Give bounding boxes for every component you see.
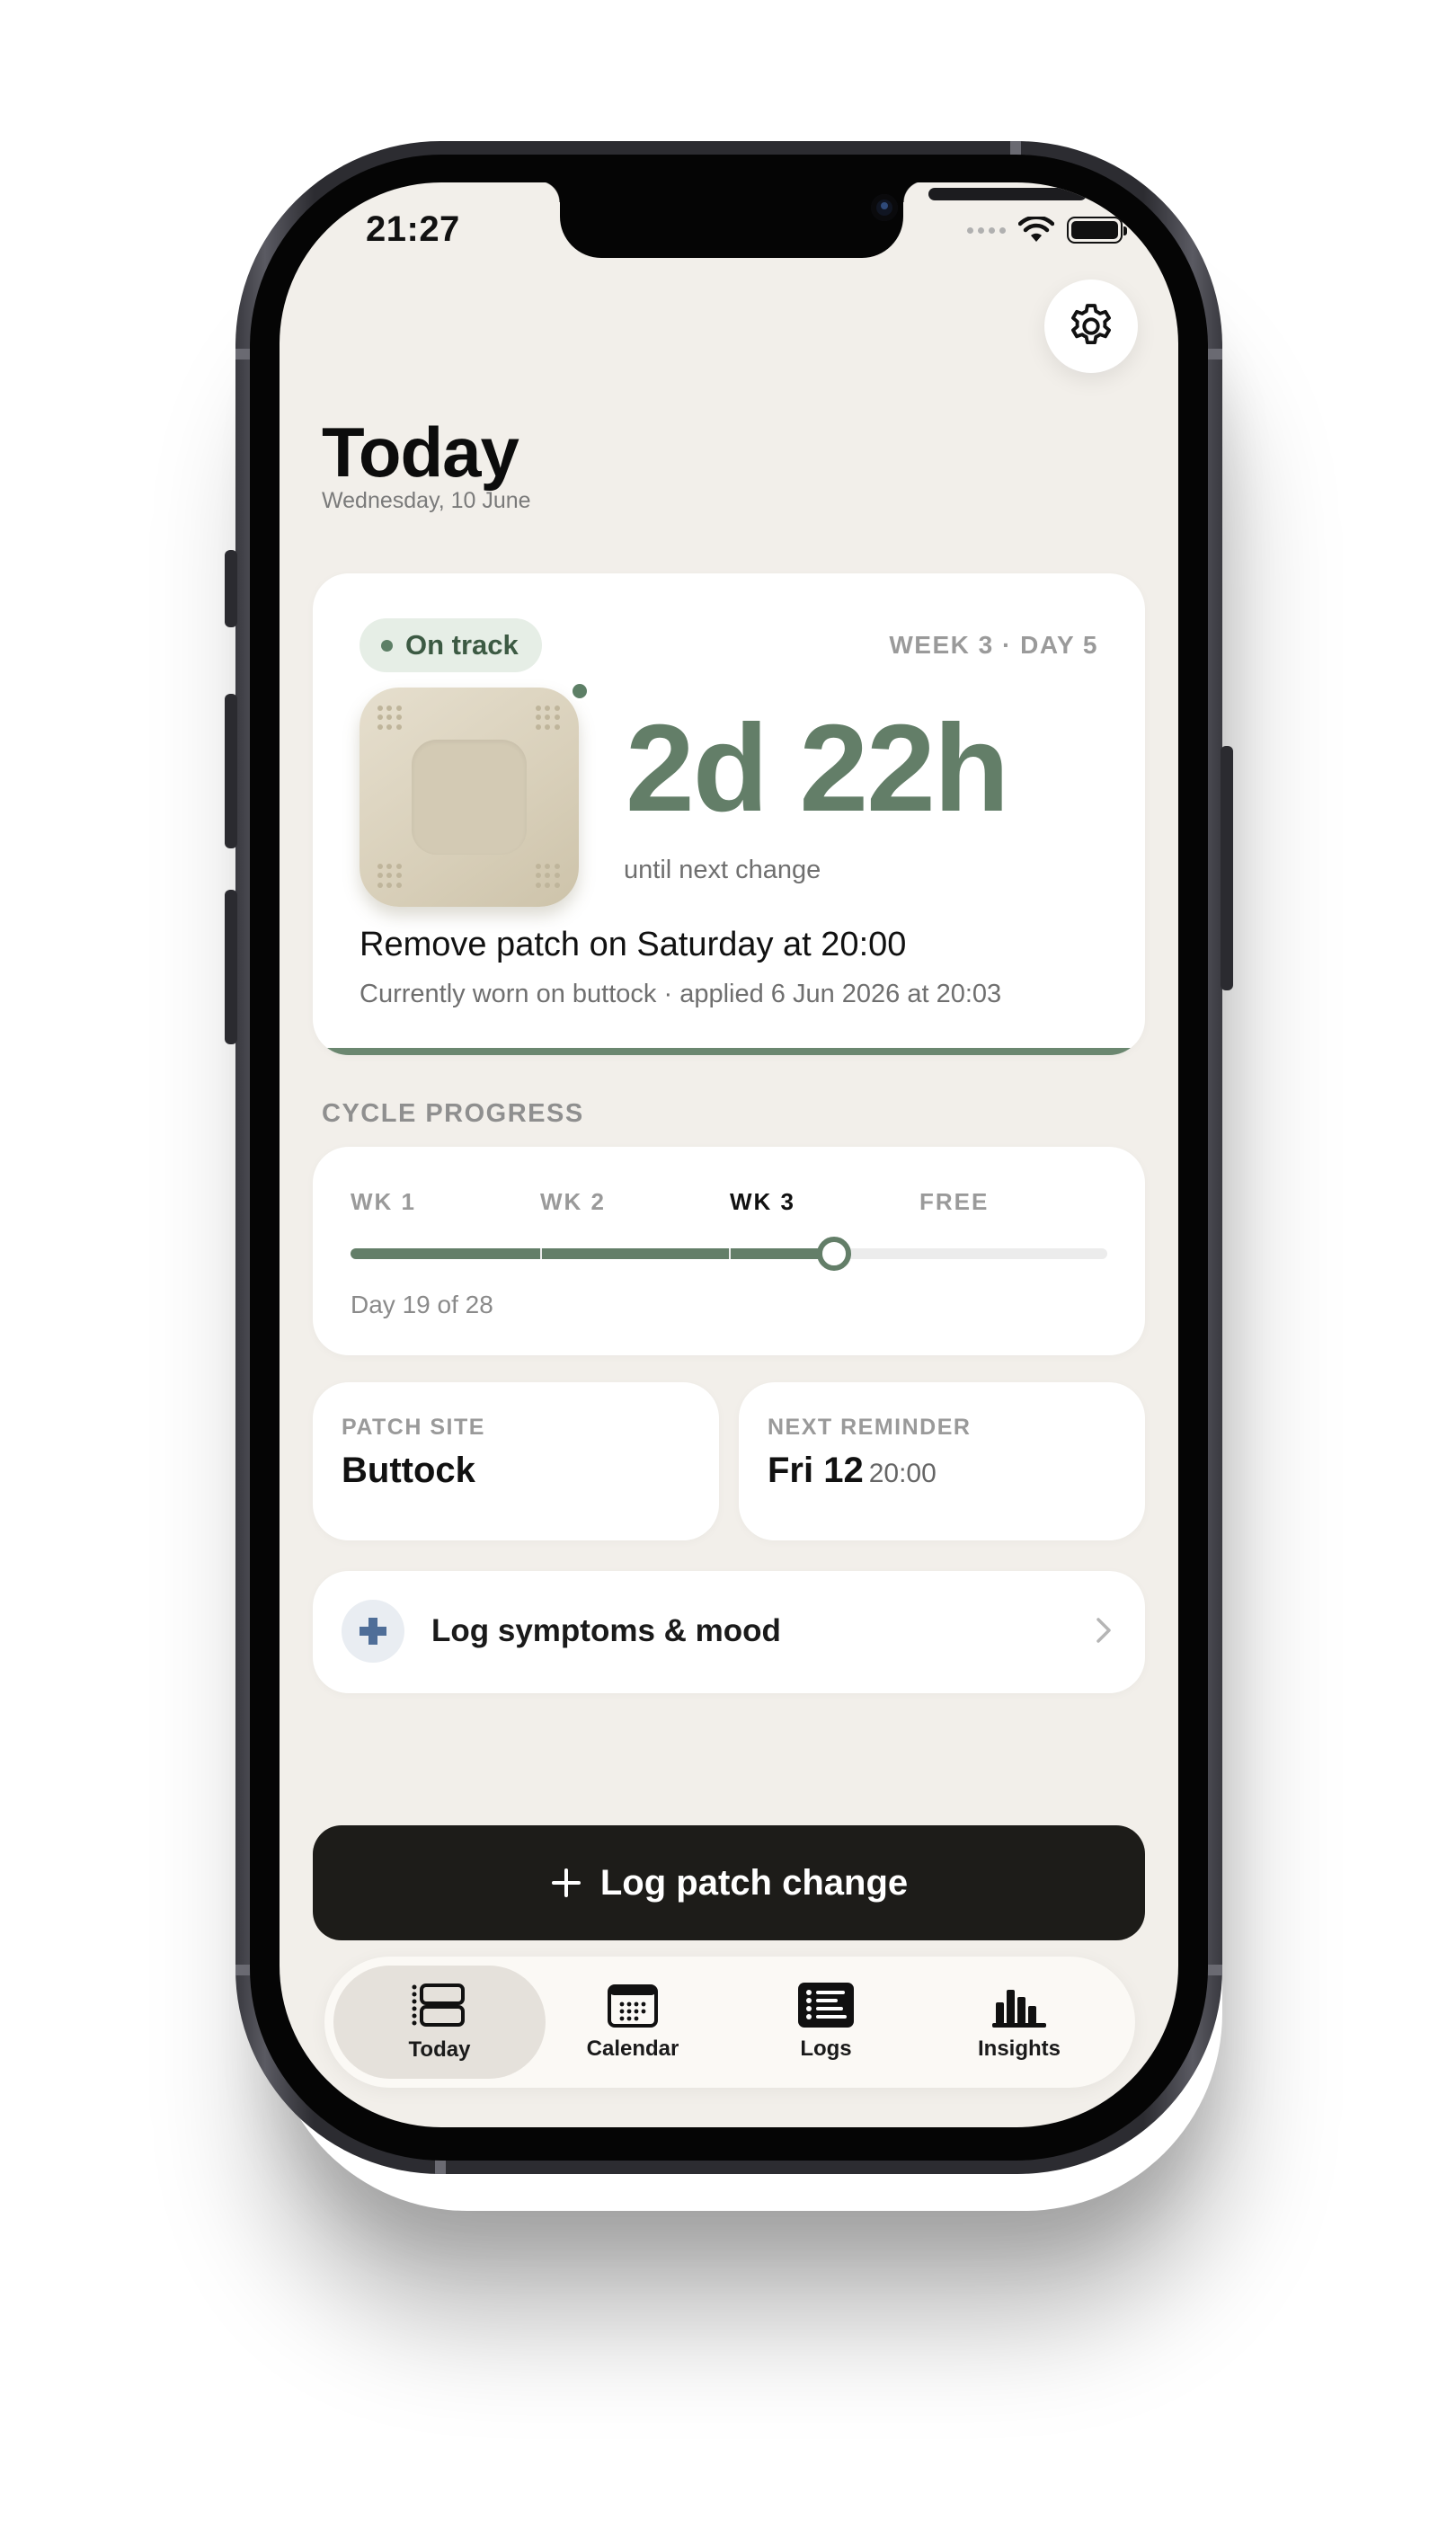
next-reminder-value: Fri 12 20:00 xyxy=(768,1451,937,1491)
hero-accent-bar xyxy=(313,1048,1145,1055)
tab-insights-label: Insights xyxy=(977,2037,1061,2061)
app-screen: 21:27 Today Wednesday, 10 June On track … xyxy=(280,182,1178,2127)
patch-active-dot-icon xyxy=(570,681,590,701)
week-label-2: WK 2 xyxy=(540,1188,606,1215)
cycle-day-count: Day 19 of 28 xyxy=(351,1291,493,1318)
antenna-band xyxy=(235,349,250,359)
cycle-progress-track xyxy=(351,1237,1107,1271)
current-patch-card[interactable]: On track WEEK 3 · DAY 5 2d 22h until nex… xyxy=(313,573,1145,1055)
progress-segment-week-2 xyxy=(541,1248,729,1259)
gear-icon xyxy=(1071,304,1111,345)
tab-logs[interactable]: Logs xyxy=(720,1966,932,2079)
countdown-value: 2d 22h xyxy=(626,699,1009,838)
patch-site-value: Buttock xyxy=(342,1451,475,1490)
week-label-1: WK 1 xyxy=(351,1188,416,1215)
log-patch-change-label: Log patch change xyxy=(599,1862,909,1903)
today-cards-icon xyxy=(412,1983,465,2027)
list-icon xyxy=(798,1983,854,2028)
patch-site-card[interactable]: PATCH SITE Buttock xyxy=(313,1382,719,1540)
status-badge: On track xyxy=(360,618,542,672)
antenna-band xyxy=(1208,1965,1222,1975)
antenna-band xyxy=(235,1965,250,1975)
antenna-band xyxy=(1208,349,1222,359)
calendar-icon xyxy=(608,1984,658,2028)
volume-up-button xyxy=(225,694,237,848)
remove-patch-text: Remove patch on Saturday at 20:00 xyxy=(360,926,907,963)
antenna-band xyxy=(1010,141,1021,155)
tab-insights[interactable]: Insights xyxy=(913,1966,1125,2079)
tab-calendar-label: Calendar xyxy=(586,2037,679,2061)
next-reminder-time: 20:00 xyxy=(868,1459,937,1488)
status-icons xyxy=(967,217,1127,244)
volume-down-button xyxy=(225,890,237,1044)
log-symptoms-label: Log symptoms & mood xyxy=(431,1613,781,1648)
front-camera xyxy=(871,194,898,221)
worn-info-text: Currently worn on buttock · applied 6 Ju… xyxy=(360,980,1002,1008)
page-title: Today xyxy=(322,413,519,492)
next-reminder-card[interactable]: NEXT REMINDER Fri 12 20:00 xyxy=(739,1382,1145,1540)
chevron-right-icon xyxy=(1096,1618,1111,1643)
power-button xyxy=(1221,746,1233,990)
antenna-band xyxy=(435,2160,446,2174)
medical-plus-icon xyxy=(342,1600,404,1663)
countdown-caption: until next change xyxy=(624,856,821,884)
silent-switch xyxy=(225,550,237,627)
status-dot-icon xyxy=(381,639,393,652)
wifi-icon xyxy=(1018,217,1054,242)
next-reminder-day: Fri 12 xyxy=(768,1451,864,1490)
week-day-label: WEEK 3 · DAY 5 xyxy=(889,631,1098,659)
battery-icon xyxy=(1067,217,1127,244)
bar-chart-icon xyxy=(992,1990,1046,2028)
status-badge-label: On track xyxy=(405,629,519,661)
log-patch-change-button[interactable]: Log patch change xyxy=(313,1825,1145,1940)
progress-knob[interactable] xyxy=(817,1237,852,1271)
signal-icon xyxy=(967,226,1006,234)
week-label-free: FREE xyxy=(919,1188,990,1215)
tab-bar: Today Calendar Logs Insights xyxy=(324,1957,1135,2088)
plus-icon xyxy=(551,1868,581,1897)
patch-site-label: PATCH SITE xyxy=(342,1415,485,1440)
tab-today-label: Today xyxy=(408,2037,471,2062)
tab-calendar[interactable]: Calendar xyxy=(527,1966,739,2079)
patch-center xyxy=(412,740,527,855)
page-date: Wednesday, 10 June xyxy=(322,488,531,513)
patch-illustration xyxy=(360,688,579,907)
week-label-3: WK 3 xyxy=(730,1188,795,1215)
progress-segment-week-1 xyxy=(351,1248,540,1259)
notch xyxy=(538,182,1087,258)
log-symptoms-row[interactable]: Log symptoms & mood xyxy=(313,1571,1145,1693)
tab-today[interactable]: Today xyxy=(333,1966,546,2079)
speaker xyxy=(928,188,1087,200)
cycle-progress-card[interactable]: WK 1 WK 2 WK 3 FREE Day 19 of 28 xyxy=(313,1147,1145,1355)
cycle-progress-heading: CYCLE PROGRESS xyxy=(322,1099,584,1128)
status-time: 21:27 xyxy=(366,209,460,249)
settings-button[interactable] xyxy=(1044,280,1138,373)
next-reminder-label: NEXT REMINDER xyxy=(768,1415,972,1440)
tab-logs-label: Logs xyxy=(800,2037,852,2061)
